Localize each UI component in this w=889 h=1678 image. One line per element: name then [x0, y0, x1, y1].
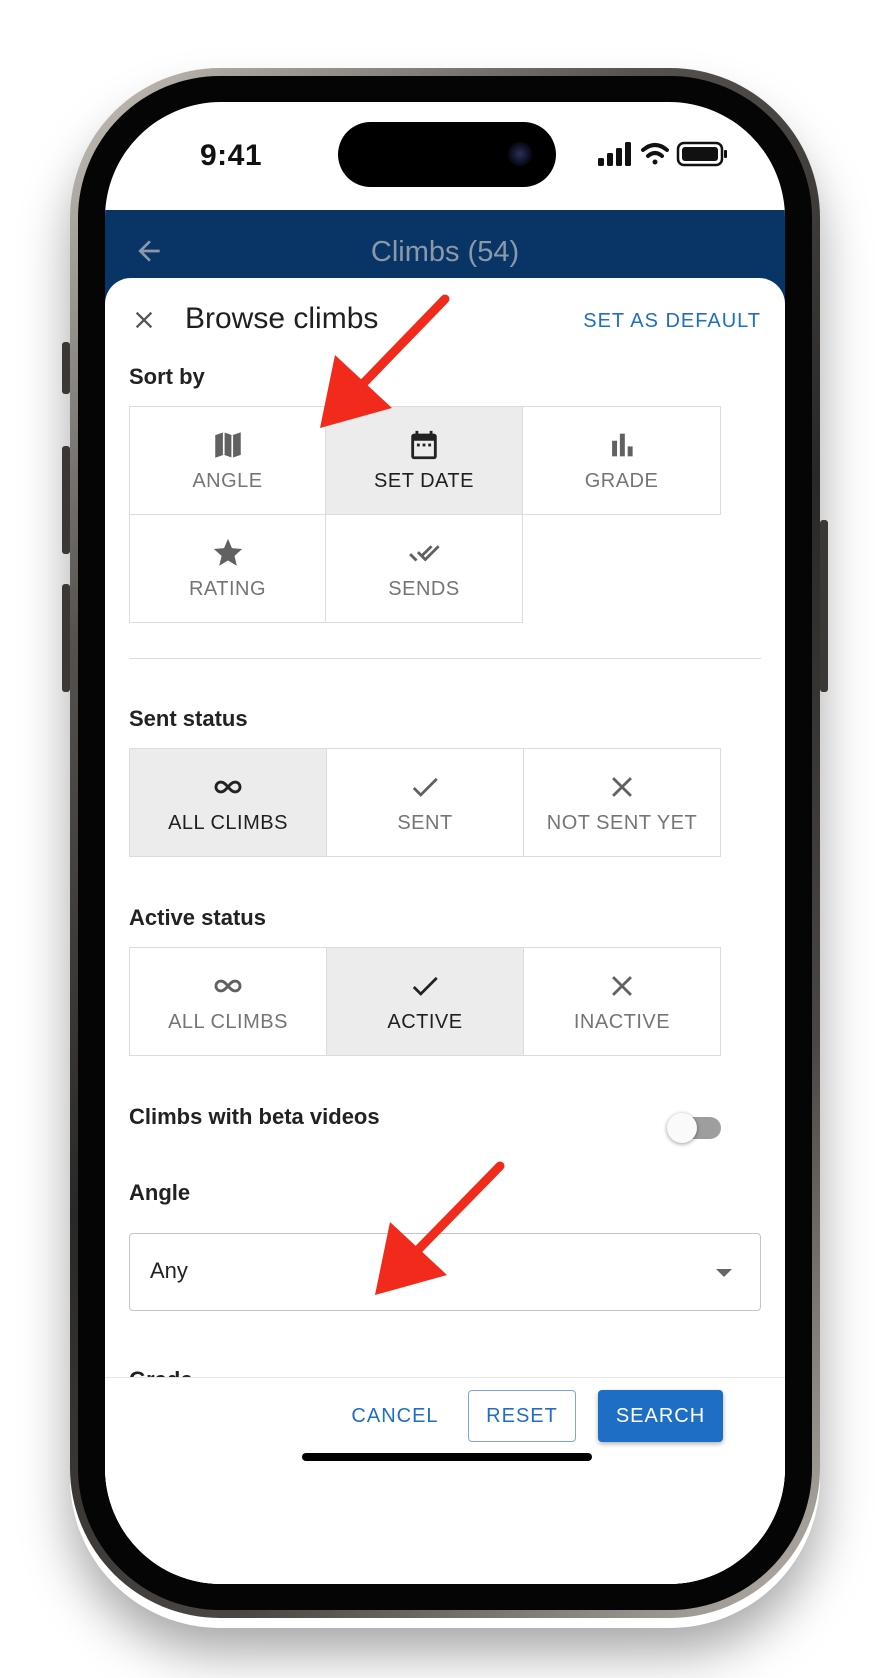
annotation-overlay [320, 294, 505, 1295]
annotation-arrow-icon [320, 294, 450, 428]
screenshot-stage: 9:41 Climbs (54) Browse climbs SET AS DE… [0, 0, 889, 1678]
annotation-arrow-icon [375, 1161, 505, 1295]
